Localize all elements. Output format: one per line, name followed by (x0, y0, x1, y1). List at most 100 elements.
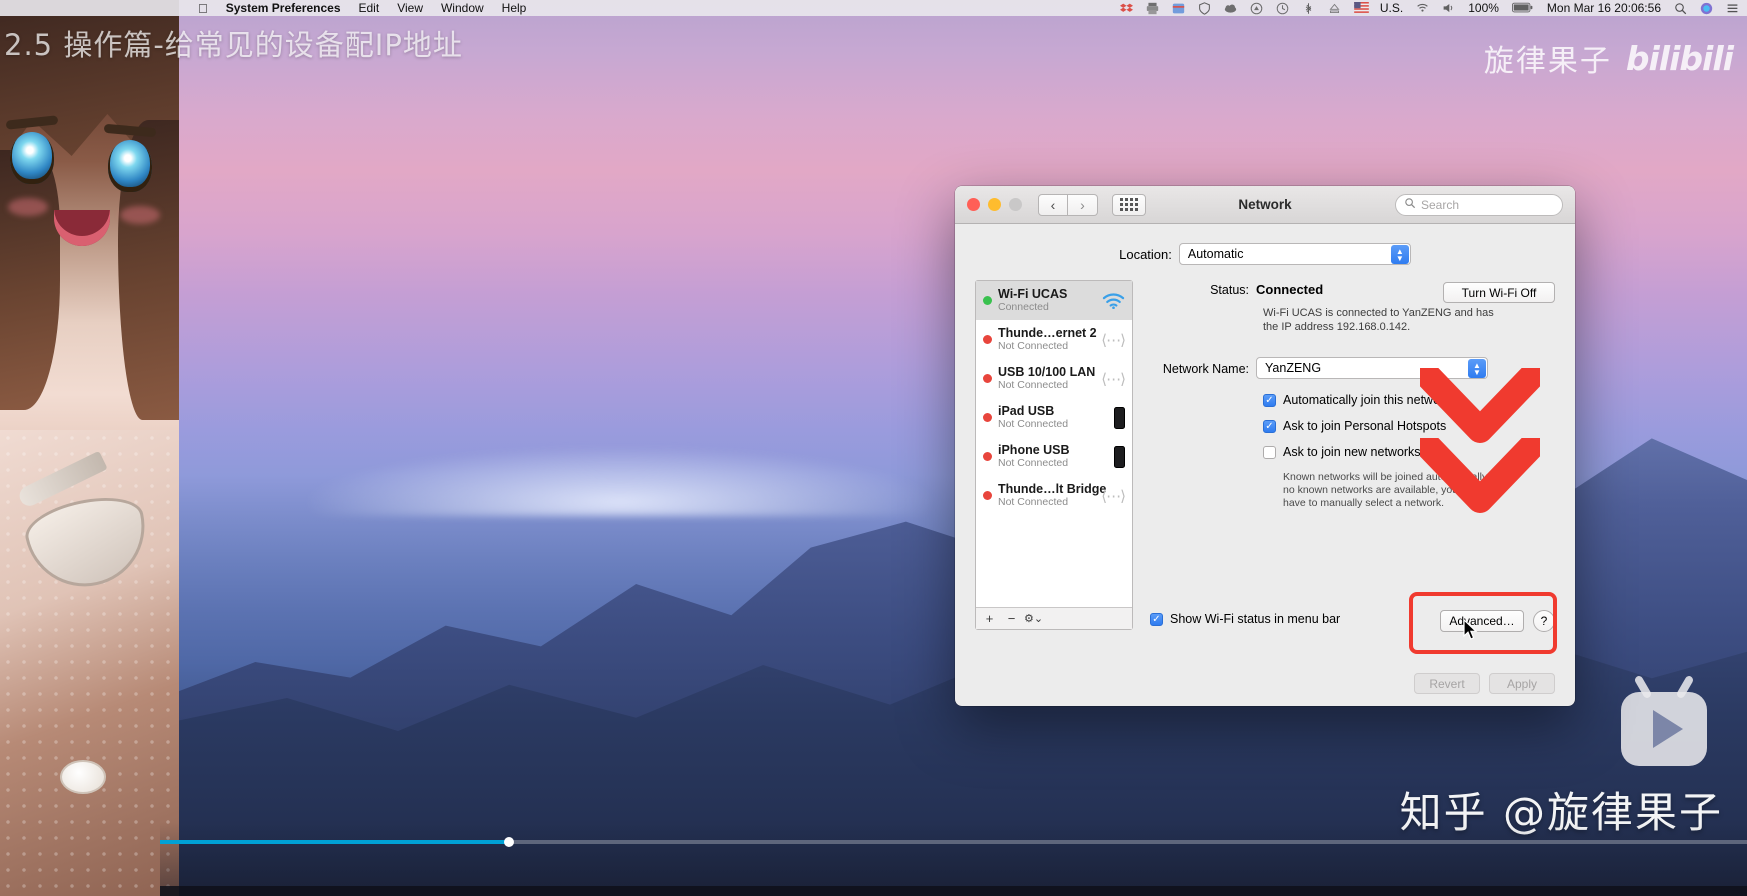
window-titlebar[interactable]: ‹ › Network Search (955, 186, 1575, 224)
forward-button[interactable]: › (1068, 194, 1098, 216)
revert-button[interactable]: Revert (1414, 673, 1480, 694)
window-controls[interactable] (967, 198, 1022, 211)
menu-help[interactable]: Help (502, 2, 527, 14)
sidebar-toolbar[interactable]: + − ⚙⌄ (976, 607, 1132, 629)
search-icon[interactable] (1674, 2, 1687, 15)
minimize-button[interactable] (988, 198, 1001, 211)
video-progress-handle[interactable] (504, 837, 514, 847)
add-service-button[interactable]: + (979, 610, 1000, 628)
network-services-sidebar[interactable]: Wi-Fi UCAS Connected Thunde…ernet 2 Not … (975, 280, 1133, 630)
help-button[interactable]: ? (1533, 610, 1555, 632)
status-label: Status: (1150, 282, 1256, 297)
printer-icon[interactable] (1146, 2, 1159, 15)
location-dropdown[interactable]: Automatic ▲▼ (1179, 243, 1411, 265)
shield-icon[interactable] (1198, 2, 1211, 15)
bilibili-watermark: 旋律果子 bilibili (1484, 36, 1733, 80)
device-icon (1101, 407, 1125, 429)
macos-menu-bar[interactable]:  System Preferences Edit View Window He… (0, 0, 1747, 16)
ethernet-icon: ⟨⋯⟩ (1101, 487, 1125, 505)
sidebar-item-thunderbolt-bridge[interactable]: Thunde…lt Bridge Not Connected ⟨⋯⟩ (976, 476, 1132, 515)
apply-button[interactable]: Apply (1489, 673, 1555, 694)
annotation-arrow-2 (1420, 438, 1540, 543)
location-row[interactable]: Location: Automatic ▲▼ (955, 243, 1575, 265)
ask-new-networks-checkbox[interactable] (1263, 446, 1276, 459)
chevron-updown-icon[interactable]: ▲▼ (1391, 245, 1409, 264)
search-icon (1404, 197, 1416, 212)
status-dot-connected (983, 296, 992, 305)
bilibili-logo: bilibili (1626, 39, 1733, 78)
back-button[interactable]: ‹ (1038, 194, 1068, 216)
play-triangle-icon (1653, 710, 1683, 748)
siri-icon[interactable] (1700, 2, 1713, 15)
service-status: Not Connected (998, 340, 1095, 353)
grid-icon (1120, 198, 1138, 211)
ask-new-networks-label: Ask to join new networks (1283, 445, 1421, 459)
turn-wifi-off-button[interactable]: Turn Wi-Fi Off (1443, 282, 1555, 303)
service-text: Thunde…lt Bridge Not Connected (998, 482, 1095, 509)
dropbox-icon[interactable] (1120, 2, 1133, 15)
notification-center-icon[interactable] (1726, 2, 1739, 15)
video-player-bar[interactable] (160, 822, 1747, 896)
menu-view[interactable]: View (397, 2, 423, 14)
advanced-button[interactable]: Advanced… (1440, 610, 1524, 632)
menu-bar-app-menus[interactable]:  System Preferences Edit View Window He… (198, 2, 526, 15)
battery-icon[interactable] (1512, 2, 1534, 15)
service-name: USB 10/100 LAN (998, 365, 1095, 379)
apple-menu-icon[interactable]:  (198, 2, 208, 15)
video-progress-bar[interactable] (160, 840, 1747, 844)
service-text: USB 10/100 LAN Not Connected (998, 365, 1095, 392)
sidebar-item-ipad-usb[interactable]: iPad USB Not Connected (976, 398, 1132, 437)
show-all-button[interactable] (1112, 194, 1146, 216)
menu-bar-status-items[interactable]: U.S. 100% Mon Mar 16 20:06:56 (1120, 2, 1739, 15)
sidebar-item-thunderbolt-ethernet-2[interactable]: Thunde…ernet 2 Not Connected ⟨⋯⟩ (976, 320, 1132, 359)
status-row: Status: Connected Turn Wi-Fi Off (1150, 282, 1555, 303)
remove-service-button[interactable]: − (1001, 610, 1022, 628)
sidebar-item-iphone-usb[interactable]: iPhone USB Not Connected (976, 437, 1132, 476)
show-status-row[interactable]: ✓ Show Wi-Fi status in menu bar (1150, 612, 1340, 626)
status-dot-disconnected (983, 374, 992, 383)
service-name: Thunde…ernet 2 (998, 326, 1095, 340)
status-dot-disconnected (983, 413, 992, 422)
volume-icon[interactable] (1442, 2, 1455, 15)
box-icon[interactable] (1172, 2, 1185, 15)
input-source-label[interactable]: U.S. (1380, 2, 1403, 14)
show-wifi-status-checkbox[interactable]: ✓ (1150, 613, 1163, 626)
menu-bar-clock[interactable]: Mon Mar 16 20:06:56 (1547, 2, 1661, 14)
anime-mouth (54, 210, 110, 246)
service-text: iPhone USB Not Connected (998, 443, 1095, 470)
gear-icon[interactable]: ⚙⌄ (1023, 610, 1044, 628)
navigation-buttons[interactable]: ‹ › (1038, 194, 1098, 216)
zoom-button[interactable] (1009, 198, 1022, 211)
sidebar-item-usb-10-100-lan[interactable]: USB 10/100 LAN Not Connected ⟨⋯⟩ (976, 359, 1132, 398)
flag-icon[interactable] (1354, 2, 1367, 15)
menu-system-preferences[interactable]: System Preferences (226, 2, 341, 14)
ask-hotspot-checkbox[interactable]: ✓ (1263, 420, 1276, 433)
sidebar-item-wifi-ucas[interactable]: Wi-Fi UCAS Connected (976, 281, 1132, 320)
ethernet-icon: ⟨⋯⟩ (1101, 370, 1125, 388)
menu-edit[interactable]: Edit (359, 2, 380, 14)
cloud-icon[interactable] (1224, 2, 1237, 15)
device-icon (1101, 446, 1125, 468)
search-input[interactable]: Search (1395, 194, 1563, 216)
video-title-overlay: 2.5 操作篇-给常见的设备配IP地址 (4, 22, 463, 64)
service-name: iPhone USB (998, 443, 1095, 457)
footer-buttons[interactable]: Revert Apply (1414, 673, 1555, 694)
service-text: Wi-Fi UCAS Connected (998, 287, 1095, 314)
service-status: Not Connected (998, 457, 1095, 470)
wifi-icon[interactable] (1416, 2, 1429, 15)
battery-percent-label[interactable]: 100% (1468, 2, 1499, 14)
close-button[interactable] (967, 198, 980, 211)
service-list[interactable]: Wi-Fi UCAS Connected Thunde…ernet 2 Not … (976, 281, 1132, 607)
auto-join-checkbox[interactable]: ✓ (1263, 394, 1276, 407)
eject-icon[interactable] (1328, 2, 1341, 15)
advanced-area[interactable]: Advanced… ? (1440, 610, 1555, 632)
chevron-down-icon: ⌄ (1034, 612, 1043, 625)
bluetooth-icon[interactable] (1302, 2, 1315, 15)
anime-eye-left (10, 132, 54, 184)
menu-window[interactable]: Window (441, 2, 484, 14)
timemachine-icon[interactable] (1276, 2, 1289, 15)
service-status: Connected (998, 301, 1095, 314)
status-dot-disconnected (983, 335, 992, 344)
airdrop-icon[interactable] (1250, 2, 1263, 15)
service-name: Thunde…lt Bridge (998, 482, 1095, 496)
